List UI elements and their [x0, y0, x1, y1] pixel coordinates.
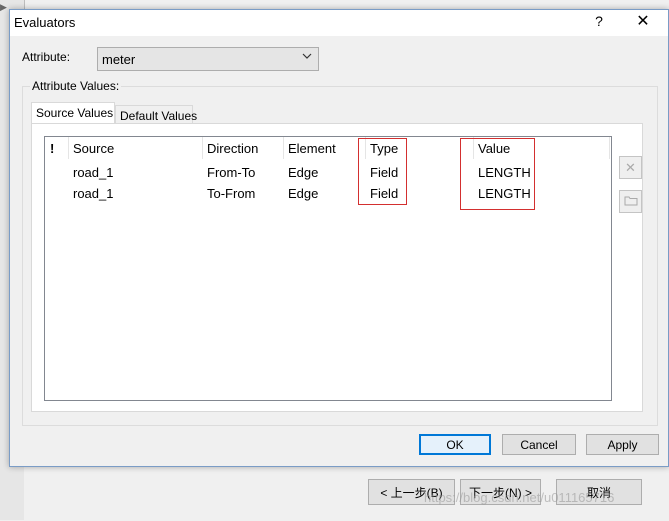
delete-evaluator-button[interactable]: ✕ — [619, 156, 642, 179]
folder-icon — [624, 194, 638, 209]
tab-default-values[interactable]: Default Values — [115, 105, 197, 125]
column-header-source[interactable]: Source — [69, 137, 203, 159]
cell-element: Edge — [288, 165, 319, 180]
cell-source: road_1 — [73, 186, 114, 201]
watermark: https://blog.csdn.net/u011165716 — [424, 490, 615, 505]
attribute-label: Attribute: — [22, 50, 71, 64]
value-column-highlight — [460, 138, 535, 210]
cell-direction: To-From — [207, 186, 256, 201]
apply-button[interactable]: Apply — [586, 434, 659, 455]
type-column-highlight — [358, 138, 407, 205]
evaluators-list[interactable]: ! Source Direction Element Type Value ro… — [44, 136, 612, 401]
attribute-select[interactable]: meter — [97, 47, 319, 71]
titlebar: Evaluators ? ✕ — [10, 10, 668, 36]
help-button[interactable]: ? — [590, 13, 608, 31]
triangle-icon: ▶ — [0, 2, 7, 12]
attribute-values-label: Attribute Values: — [30, 79, 122, 93]
close-button[interactable]: ✕ — [632, 11, 654, 33]
column-header-warning[interactable]: ! — [45, 137, 69, 159]
column-header-element[interactable]: Element — [284, 137, 366, 159]
attribute-select-value: meter — [102, 52, 136, 67]
chevron-down-icon — [302, 52, 312, 63]
evaluator-properties-button[interactable] — [619, 190, 642, 213]
evaluators-dialog: Evaluators ? ✕ Attribute: meter Attribut… — [9, 9, 669, 467]
cancel-button[interactable]: Cancel — [502, 434, 576, 455]
dialog-title: Evaluators — [14, 15, 76, 30]
cell-element: Edge — [288, 186, 319, 201]
cell-source: road_1 — [73, 165, 114, 180]
column-header-direction[interactable]: Direction — [203, 137, 284, 159]
x-icon: ✕ — [625, 160, 636, 175]
cell-direction: From-To — [207, 165, 256, 180]
tab-source-values[interactable]: Source Values — [31, 102, 115, 124]
ok-button[interactable]: OK — [419, 434, 491, 455]
